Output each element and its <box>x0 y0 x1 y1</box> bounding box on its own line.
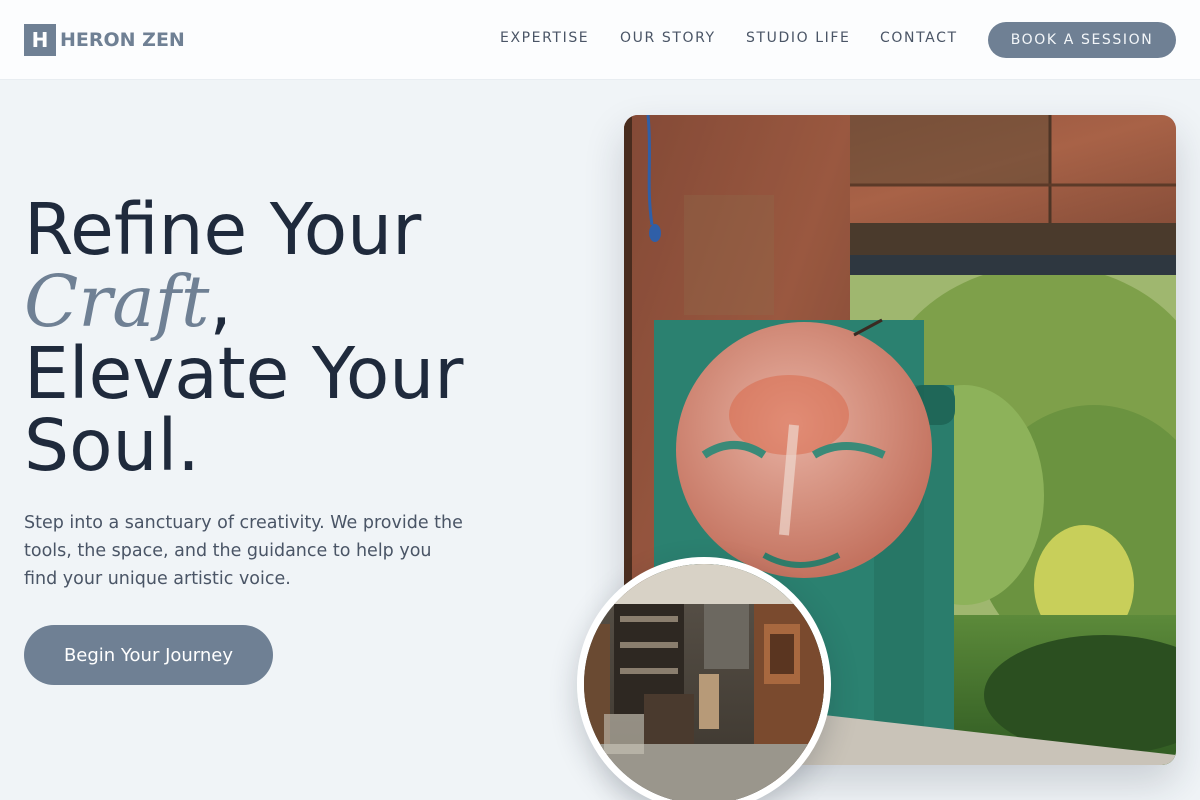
studio-inset-image <box>577 557 831 800</box>
nav-link-expertise[interactable]: EXPERTISE <box>500 30 589 46</box>
brand-name: HERON ZEN <box>60 29 185 51</box>
logo-mark: H <box>24 24 56 56</box>
hero-subtext: Step into a sanctuary of creativity. We … <box>24 513 463 589</box>
brand-logo[interactable]: H HERON ZEN <box>24 24 185 56</box>
headline-line-4: Soul. <box>24 404 200 487</box>
nav-link-contact[interactable]: CONTACT <box>880 30 958 46</box>
begin-journey-button[interactable]: Begin Your Journey <box>24 625 273 685</box>
nav-link-our-story[interactable]: OUR STORY <box>620 30 716 46</box>
hero-headline: Refine Your Craft, Elevate Your Soul. <box>24 194 544 482</box>
headline-emphasis: Craft <box>24 260 210 343</box>
site-header: H HERON ZEN EXPERTISE OUR STORY STUDIO L… <box>0 0 1200 80</box>
nav-link-studio-life[interactable]: STUDIO LIFE <box>746 30 851 46</box>
headline-line-2: Craft, <box>24 266 544 338</box>
headline-line-1: Refine Your <box>24 188 422 271</box>
headline-line-3: Elevate Your <box>24 332 464 415</box>
headline-comma: , <box>209 260 232 343</box>
book-session-button[interactable]: BOOK A SESSION <box>988 22 1176 58</box>
